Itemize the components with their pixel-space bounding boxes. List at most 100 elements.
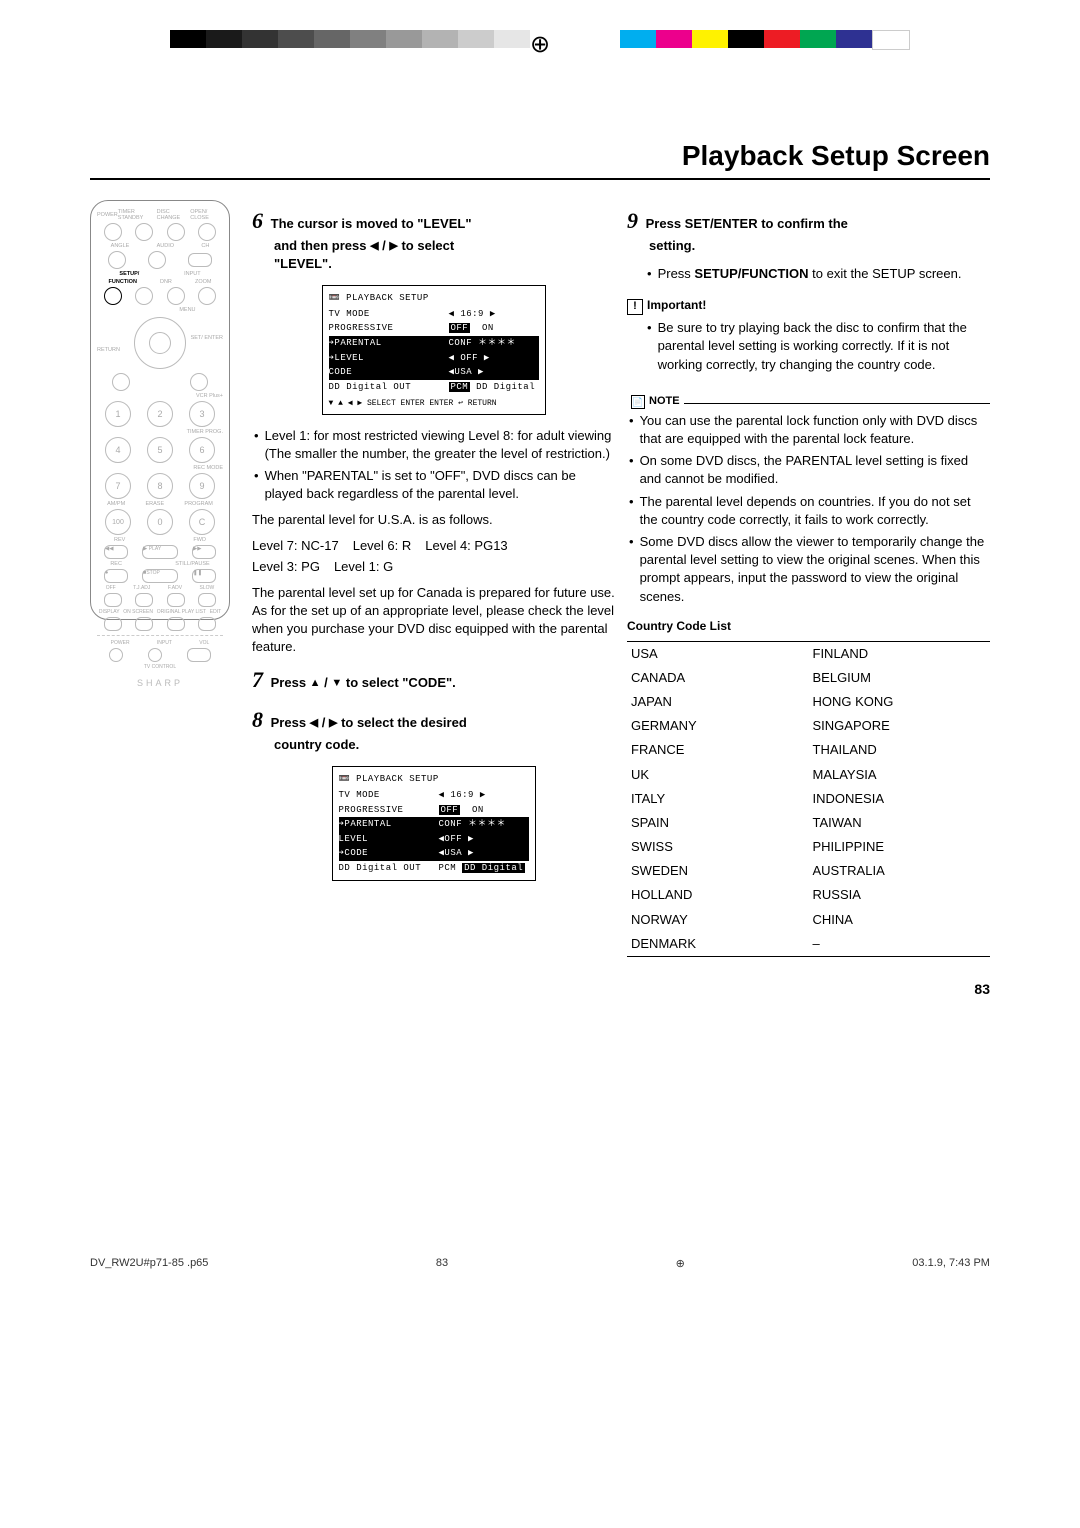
osd-value: CONF ＊＊＊＊ xyxy=(449,337,539,350)
table-row: SWEDENAUSTRALIA xyxy=(627,859,990,883)
table-row: FRANCETHAILAND xyxy=(627,738,990,762)
country-cell: – xyxy=(809,932,991,957)
page-number: 83 xyxy=(90,981,990,997)
table-row: HOLLANDRUSSIA xyxy=(627,883,990,907)
level-text: Level 3: PG xyxy=(252,558,320,576)
bullet-text: Level 1: for most restricted viewing Lev… xyxy=(265,428,612,443)
table-row: CANADABELGIUM xyxy=(627,666,990,690)
registration-mark-icon: ⊕ xyxy=(530,30,550,59)
step-number: 8 xyxy=(252,707,263,732)
table-row: GERMANYSINGAPORE xyxy=(627,714,990,738)
remote-label: ERASE xyxy=(145,501,164,507)
usa-levels-row: Level 7: NC-17 Level 6: R Level 4: PG13 xyxy=(252,537,615,555)
step-text: Press xyxy=(271,715,310,730)
important-heading: !Important! xyxy=(627,297,990,315)
page: ⊕ Playback Setup Screen POWERTIMER STAND… xyxy=(0,0,1080,1300)
remote-label: T.J.ADJ xyxy=(133,585,150,591)
bullet: Press SETUP/FUNCTION to exit the SETUP s… xyxy=(645,265,990,283)
remote-num-8: 8 xyxy=(147,473,173,499)
country-cell: USA xyxy=(627,641,809,666)
remote-num-6: 6 xyxy=(189,437,215,463)
remote-label: PROGRAM xyxy=(184,501,212,507)
level-text: Level 1: G xyxy=(334,558,393,576)
remote-label: FWD xyxy=(193,537,206,543)
osd-value: ◀USA ▶ xyxy=(439,847,529,860)
step-number: 7 xyxy=(252,667,263,692)
step-text: to select xyxy=(398,238,454,253)
osd-label: LEVEL xyxy=(339,833,429,846)
table-row: UKMALAYSIA xyxy=(627,763,990,787)
osd-label: ➔PARENTAL xyxy=(329,337,419,350)
right-arrow-icon: ▶ xyxy=(389,240,397,252)
remote-label: STOP xyxy=(146,570,160,576)
country-cell: SWISS xyxy=(627,835,809,859)
step-text: Press xyxy=(271,675,310,690)
remote-label: F.ADV xyxy=(168,585,182,591)
remote-column: POWERTIMER STANDBYDISC CHANGEOPEN/ CLOSE… xyxy=(90,200,240,957)
bullet: Level 1: for most restricted viewing Lev… xyxy=(252,427,615,463)
note-bullet: Some DVD discs allow the viewer to tempo… xyxy=(627,533,990,606)
country-cell: HONG KONG xyxy=(809,690,991,714)
country-cell: DENMARK xyxy=(627,932,809,957)
step-text: to select the desired xyxy=(337,715,466,730)
onscreen-display-1: 📼 PLAYBACK SETUP TV MODE◀ 16:9 ▶ PROGRES… xyxy=(322,285,546,414)
remote-label: OFF xyxy=(106,585,116,591)
remote-label: REC xyxy=(110,561,122,567)
remote-label-function: FUNCTION xyxy=(109,279,137,285)
bullet-text: When "PARENTAL" is set to "OFF", DVD dis… xyxy=(265,467,615,503)
step-number: 6 xyxy=(252,208,263,233)
content-columns: POWERTIMER STANDBYDISC CHANGEOPEN/ CLOSE… xyxy=(90,200,990,957)
brand-label: SHARP xyxy=(97,678,223,688)
bullet: When "PARENTAL" is set to "OFF", DVD dis… xyxy=(252,467,615,503)
remote-label: VCR Plus+ xyxy=(97,393,223,399)
osd-value: ◀OFF ▶ xyxy=(439,833,529,846)
country-cell: BELGIUM xyxy=(809,666,991,690)
note-bullet: You can use the parental lock function o… xyxy=(627,412,990,448)
onscreen-display-2: 📼 PLAYBACK SETUP TV MODE◀ 16:9 ▶ PROGRES… xyxy=(332,766,536,880)
remote-label: VOL xyxy=(199,640,209,646)
remote-label: EDIT xyxy=(210,609,221,615)
table-row: SPAINTAIWAN xyxy=(627,811,990,835)
country-code-table: USAFINLANDCANADABELGIUMJAPANHONG KONGGER… xyxy=(627,641,990,957)
country-cell: FRANCE xyxy=(627,738,809,762)
step-text: "LEVEL". xyxy=(274,256,332,271)
step-7: 7 Press ▲ / ▼ to select "CODE". xyxy=(252,665,615,696)
crop-marks-top: ⊕ xyxy=(90,30,990,80)
remote-num-2: 2 xyxy=(147,401,173,427)
step-6: 6 The cursor is moved to "LEVEL" and the… xyxy=(252,206,615,273)
osd-footer: ▼ ▲ ◀ ▶ SELECT ENTER ENTER ↩ RETURN xyxy=(329,398,539,409)
remote-label: TV CONTROL xyxy=(97,664,223,670)
table-row: NORWAYCHINA xyxy=(627,908,990,932)
country-code-heading: Country Code List xyxy=(627,618,990,635)
country-cell: SINGAPORE xyxy=(809,714,991,738)
important-label: Important! xyxy=(647,298,706,312)
remote-label: TIMER PROG. xyxy=(97,429,223,435)
bullet-text: Be sure to try playing back the disc to … xyxy=(658,319,990,374)
bullet: Be sure to try playing back the disc to … xyxy=(645,319,990,374)
usa-levels-row: Level 3: PG Level 1: G xyxy=(252,558,615,576)
remote-num-5: 5 xyxy=(147,437,173,463)
remote-label: DISC CHANGE xyxy=(157,209,191,221)
osd-title-text: PLAYBACK SETUP xyxy=(346,293,429,303)
remote-label: PLAY xyxy=(149,546,161,552)
country-cell: AUSTRALIA xyxy=(809,859,991,883)
step-9: 9 Press SET/ENTER to confirm the setting… xyxy=(627,206,990,255)
country-cell: JAPAN xyxy=(627,690,809,714)
osd-label: ➔CODE xyxy=(339,847,429,860)
remote-num-4: 4 xyxy=(105,437,131,463)
osd-label: TV MODE xyxy=(329,308,419,321)
footer-page: 83 xyxy=(436,1257,448,1270)
remote-label: INPUT xyxy=(184,271,201,277)
osd-label: DD Digital OUT xyxy=(339,862,429,875)
remote-label: SET/ ENTER xyxy=(191,335,223,341)
note-heading: 📄NOTE xyxy=(627,392,990,404)
bullet-text: You can use the parental lock function o… xyxy=(640,412,990,448)
level-text: Level 6: R xyxy=(353,537,412,555)
note-bullet: On some DVD discs, the PARENTAL level se… xyxy=(627,452,990,488)
remote-label: AM/PM xyxy=(107,501,125,507)
osd-label: PROGRESSIVE xyxy=(329,322,419,335)
note-icon: 📄 xyxy=(631,395,645,409)
country-cell: CANADA xyxy=(627,666,809,690)
remote-illustration: POWERTIMER STANDBYDISC CHANGEOPEN/ CLOSE… xyxy=(90,200,230,620)
remote-label: RETURN xyxy=(97,347,120,353)
